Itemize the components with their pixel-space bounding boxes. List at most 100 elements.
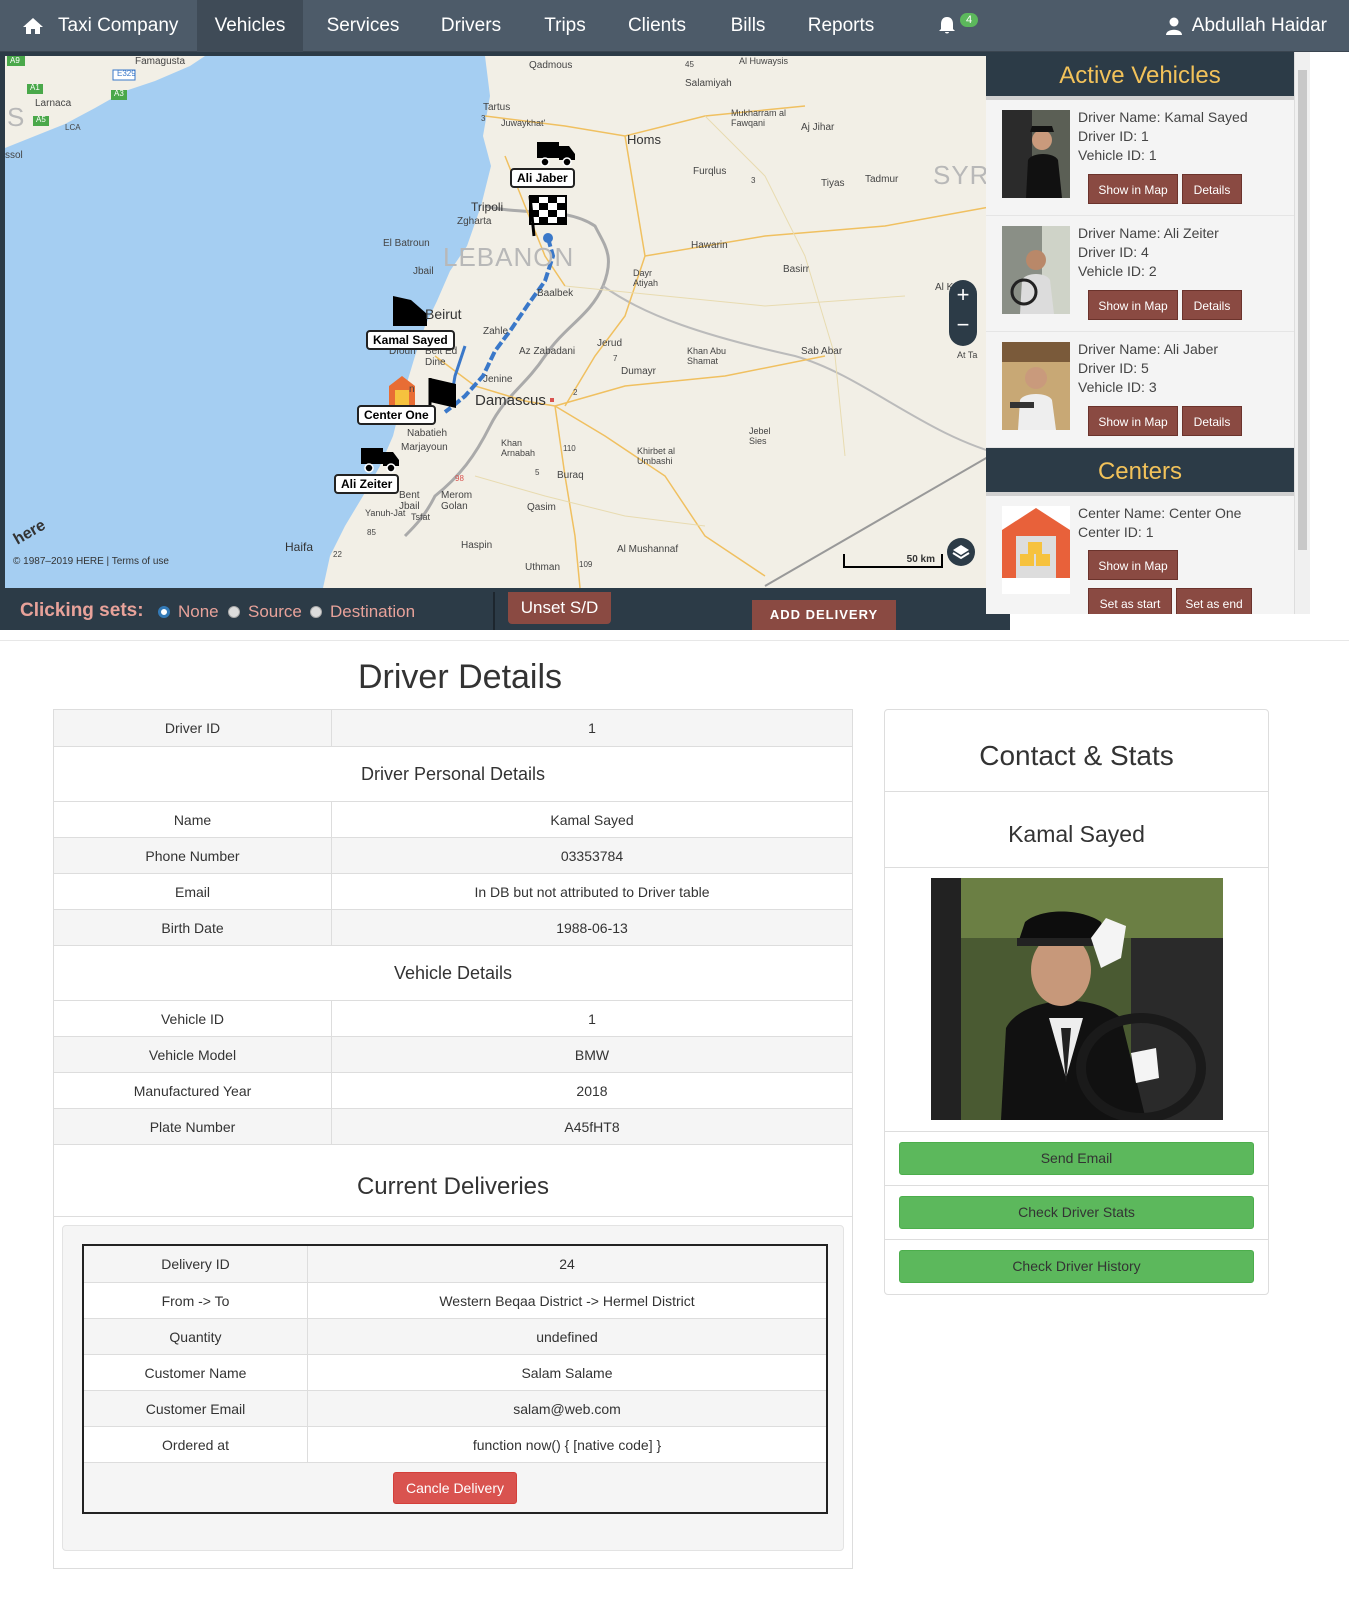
vehicle-driver-name: Driver Name: Ali Zeiter [1078,225,1219,241]
check-driver-history-button[interactable]: Check Driver History [899,1250,1254,1283]
scrollbar-thumb[interactable] [1298,70,1307,550]
radio-dot [228,606,240,618]
map-place-label: Jebel Sies [749,426,771,446]
map-place-label: Famagusta [135,56,186,67]
map-place-label: Haspin [461,540,493,551]
set-as-end-button[interactable]: Set as end [1176,588,1252,614]
nav-reports[interactable]: Reports [793,0,889,52]
zoom-out-button[interactable]: − [949,310,977,340]
table-row: Delivery ID 24 [84,1246,826,1282]
row-value: Western Beqaa District -> Hermel Distric… [439,1292,695,1309]
map-place-label: Juwaykhat' [501,118,546,128]
road-number: 110 [563,444,576,453]
map-place-label: Al Mushannaf [617,544,679,555]
delivery-card: Delivery ID 24 From -> To Western Beqaa Di… [82,1244,828,1514]
road-number: 109 [579,560,593,569]
layers-button[interactable] [947,538,975,566]
map-marker-center-one[interactable]: Center One [357,405,436,425]
section-header: Current Deliveries [54,1144,852,1216]
page-title: Driver Details [358,658,563,696]
row-value: A45fHT8 [564,1118,620,1135]
radio-dot [158,606,170,618]
contact-stats-title: Contact & Stats [885,710,1268,792]
map-city-label: Tripoli [471,200,504,214]
map-place-label: Khirbet al Umbashi [637,446,676,466]
radio-source[interactable]: Source [228,602,302,622]
map-place-label: Yanuh-Jat [365,508,406,518]
table-row: Manufactured Year 2018 [54,1072,852,1108]
map-marker-kamal-sayed[interactable]: Kamal Sayed [366,330,455,350]
road-number: 98 [455,474,464,483]
map-place-label: Hawarin [691,240,728,251]
brand-link[interactable]: Taxi Company [0,0,197,52]
nav-trips[interactable]: Trips [519,0,611,52]
row-value: Kamal Sayed [550,811,634,828]
side-panel-scrollbar[interactable] [1294,52,1310,614]
details-button[interactable]: Details [1182,174,1242,204]
send-email-button[interactable]: Send Email [899,1142,1254,1175]
row-label: Email [54,874,332,909]
row-label: From -> To [84,1283,308,1318]
show-in-map-button[interactable]: Show in Map [1088,290,1178,320]
nav-clients[interactable]: Clients [611,0,703,52]
nav-vehicles[interactable]: Vehicles [197,0,303,52]
map-canvas[interactable]: A9 E329 A1 A3 A5 45 3 3 7 2 110 5 98 85 … [5,56,1007,588]
unset-sd-button[interactable]: Unset S/D [508,592,611,624]
road-number: 3 [751,176,756,185]
row-value: undefined [536,1328,598,1345]
table-row: Vehicle Model BMW [54,1036,852,1072]
row-value: 24 [559,1256,575,1272]
brand-label: Taxi Company [58,15,179,36]
button-row: Send Email [885,1132,1268,1186]
map-place-label: Salamiyah [685,78,732,89]
section-header: Driver Personal Details [54,746,852,801]
details-button[interactable]: Details [1182,290,1242,320]
nav-bills[interactable]: Bills [703,0,793,52]
zoom-in-button[interactable]: + [949,280,977,310]
vehicle-driver-name: Driver Name: Ali Jaber [1078,341,1219,357]
delivery-actions: Cancle Delivery [84,1462,826,1512]
table-row: Ordered at function now() { [native code]… [84,1426,826,1462]
table-row: Customer Name Salam Salame [84,1354,826,1390]
show-in-map-button[interactable]: Show in Map [1088,406,1178,436]
vehicle-card: Driver Name: Ali Jaber Driver ID: 5 Vehi… [986,332,1294,448]
table-row: Birth Date 1988-06-13 [54,909,852,945]
center-name: Center Name: Center One [1078,505,1242,521]
driver-photo [1002,342,1070,430]
show-in-map-button[interactable]: Show in Map [1088,174,1178,204]
map-place-label: El Batroun [383,238,430,249]
map-place-label: ssol [5,150,23,161]
map-city-label: Damascus [475,392,546,409]
map-marker-ali-zeiter[interactable]: Ali Zeiter [334,474,400,494]
nav-services[interactable]: Services [303,0,423,52]
truck-icon-ali-zeiter [361,448,399,473]
table-row: Vehicle ID 1 [54,1000,852,1036]
map-place-label: Larnaca [35,98,72,109]
user-menu[interactable]: Abdullah Haidar [1165,0,1327,52]
details-button[interactable]: Details [1182,406,1242,436]
map-place-label: Mukharram al Fawqani [731,108,787,128]
cancel-delivery-button[interactable]: Cancle Delivery [392,1471,518,1504]
vehicle-id: Vehicle ID: 2 [1078,263,1157,279]
center-info: Center Name: Center One Center ID: 1 [1078,504,1241,542]
map-copyright[interactable]: © 1987–2019 HERE | Terms of use [13,556,169,567]
row-label: Customer Name [84,1355,308,1390]
map-marker-ali-jaber[interactable]: Ali Jaber [510,168,575,188]
radio-none[interactable]: None [158,602,219,622]
table-row: Email In DB but not attributed to Driver … [54,873,852,909]
row-value: 03353784 [560,847,624,864]
notifications-button[interactable]: 4 [938,12,988,40]
map-city-label: Homs [627,132,661,147]
map-place-label: Zgharta [457,216,492,227]
add-delivery-button[interactable]: ADD DELIVERY [752,600,896,630]
radio-label: None [178,602,219,621]
radio-label: Destination [330,602,416,621]
show-in-map-button[interactable]: Show in Map [1088,550,1178,580]
set-as-start-button[interactable]: Set as start [1088,588,1172,614]
check-driver-stats-button[interactable]: Check Driver Stats [899,1196,1254,1229]
nav-drivers[interactable]: Drivers [423,0,519,52]
radio-destination[interactable]: Destination [310,602,415,622]
row-value: 1 [588,720,596,736]
map-place-label: Buraq [557,470,584,481]
row-label: Birth Date [54,910,332,945]
